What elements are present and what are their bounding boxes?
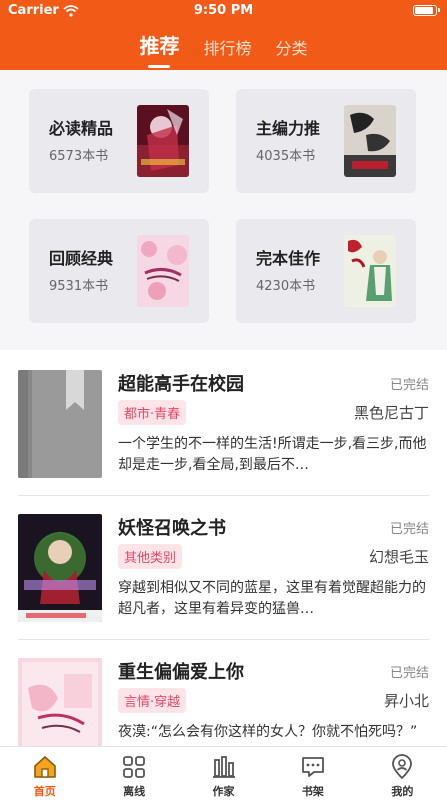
book-cover-placeholder <box>18 370 102 478</box>
book-genre-tag: 都市·青春 <box>118 400 187 425</box>
writer-icon <box>212 756 235 778</box>
book-author: 昇小北 <box>383 692 429 710</box>
profile-icon <box>392 754 413 779</box>
nav-label: 首页 <box>33 785 56 798</box>
category-cover-image <box>344 105 396 177</box>
grid-icon <box>123 756 146 778</box>
category-card-editor-pick[interactable]: 主编力推 4035本书 <box>236 89 416 193</box>
category-card-finished[interactable]: 完本佳作 4230本书 <box>236 219 416 323</box>
category-title: 回顾经典 <box>49 249 114 268</box>
nav-profile[interactable]: 我的 <box>358 747 447 800</box>
tab-recommend[interactable]: 推荐 <box>139 30 179 69</box>
book-item[interactable]: 重生偏偏爱上你 已完结 言情·穿越 昇小北 夜漠:“怎么会有你这样的女人？你就不… <box>0 640 447 766</box>
category-card-must-read[interactable]: 必读精品 6573本书 <box>29 89 209 193</box>
category-count: 4035本书 <box>256 149 316 164</box>
battery-icon <box>413 5 440 16</box>
category-count: 6573本书 <box>49 149 109 164</box>
nav-label: 离线 <box>123 785 146 798</box>
book-description: 一个学生的不一样的生活!所谓走一步,看三步,而他却是走一步,看全局,到最后不… <box>118 436 427 473</box>
nav-writer[interactable]: 作家 <box>179 747 268 800</box>
category-cover-image <box>137 105 189 177</box>
nav-offline[interactable]: 离线 <box>89 747 178 800</box>
category-cover-image <box>344 235 396 307</box>
category-card-classic[interactable]: 回顾经典 9531本书 <box>29 219 209 323</box>
top-tabs: 推荐 排行榜 分类 <box>0 30 447 69</box>
home-icon <box>33 756 56 778</box>
nav-label: 我的 <box>391 785 414 798</box>
book-item[interactable]: 超能高手在校园 已完结 都市·青春 黑色尼古丁 一个学生的不一样的生活!所谓走一… <box>0 352 447 496</box>
status-bar: Carrier 9:50 PM <box>0 0 447 22</box>
bookshelf-icon <box>302 757 324 777</box>
book-title: 妖怪召唤之书 <box>118 518 226 539</box>
book-cover-image <box>18 514 102 622</box>
book-genre-tag: 其他类别 <box>118 544 183 569</box>
nav-label: 书架 <box>301 785 324 798</box>
nav-label: 作家 <box>212 785 235 798</box>
category-title: 主编力推 <box>256 119 321 138</box>
tab-category[interactable]: 分类 <box>276 35 308 69</box>
category-cover-image <box>137 235 189 307</box>
nav-bookshelf[interactable]: 书架 <box>268 747 357 800</box>
book-title: 超能高手在校园 <box>118 374 244 395</box>
book-status: 已完结 <box>389 378 429 393</box>
book-author: 黑色尼古丁 <box>353 404 429 422</box>
book-status: 已完结 <box>389 666 429 681</box>
book-author: 幻想毛玉 <box>368 548 429 566</box>
book-item[interactable]: 妖怪召唤之书 已完结 其他类别 幻想毛玉 穿越到相似又不同的蓝星，这里有着觉醒超… <box>0 496 447 640</box>
tab-ranking[interactable]: 排行榜 <box>203 35 251 69</box>
nav-home[interactable]: 首页 <box>0 747 89 800</box>
category-count: 4230本书 <box>256 279 316 294</box>
book-description: 穿越到相似又不同的蓝星，这里有着觉醒超能力的超凡者，这里有着异变的猛兽… <box>118 580 426 617</box>
category-grid: 必读精品 6573本书 主编力推 4035本书 回顾经典 9531本书 完本佳作… <box>0 70 447 350</box>
status-time: 9:50 PM <box>193 3 254 18</box>
category-title: 完本佳作 <box>256 249 321 268</box>
category-title: 必读精品 <box>49 119 114 138</box>
category-count: 9531本书 <box>49 279 109 294</box>
top-header: Carrier 9:50 PM 推荐 排行榜 分类 <box>0 0 447 70</box>
book-title: 重生偏偏爱上你 <box>118 662 244 683</box>
book-genre-tag: 言情·穿越 <box>118 688 187 713</box>
bottom-tab-bar: 首页 离线 作家 书架 我的 <box>0 746 447 800</box>
book-status: 已完结 <box>389 522 429 537</box>
